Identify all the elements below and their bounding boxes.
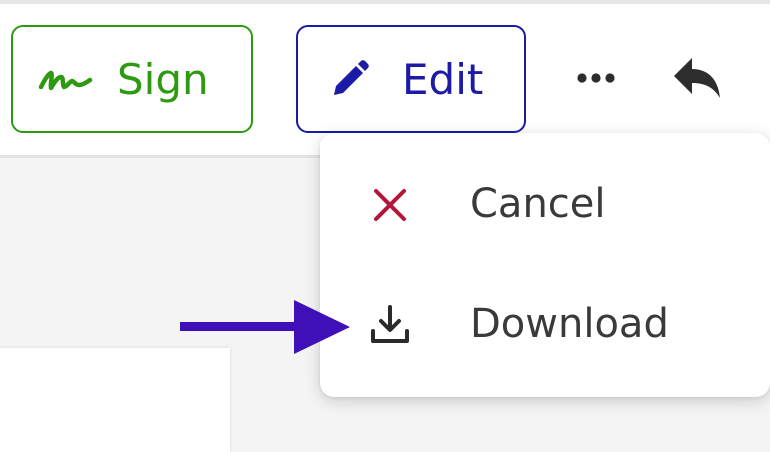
close-icon <box>374 189 406 221</box>
document-page <box>0 348 230 452</box>
menu-item-download[interactable]: Download <box>320 265 770 385</box>
edit-button-label: Edit <box>402 55 484 104</box>
annotation-arrow-icon <box>180 300 350 354</box>
more-horizontal-icon <box>577 73 615 83</box>
page: Sign Edit Cancel Download <box>0 0 770 452</box>
menu-item-download-label: Download <box>470 301 669 347</box>
sign-button[interactable]: Sign <box>11 25 253 133</box>
sign-button-label: Sign <box>117 55 209 104</box>
edit-button[interactable]: Edit <box>296 25 526 133</box>
more-options-button[interactable] <box>566 56 628 100</box>
menu-item-cancel-label: Cancel <box>470 181 606 227</box>
download-icon <box>371 305 409 343</box>
more-options-menu: Cancel Download <box>320 133 770 397</box>
reply-icon <box>674 58 720 98</box>
reply-button[interactable] <box>668 50 728 106</box>
signature-icon <box>38 70 93 91</box>
pencil-icon <box>334 60 369 95</box>
menu-item-cancel[interactable]: Cancel <box>320 145 770 265</box>
